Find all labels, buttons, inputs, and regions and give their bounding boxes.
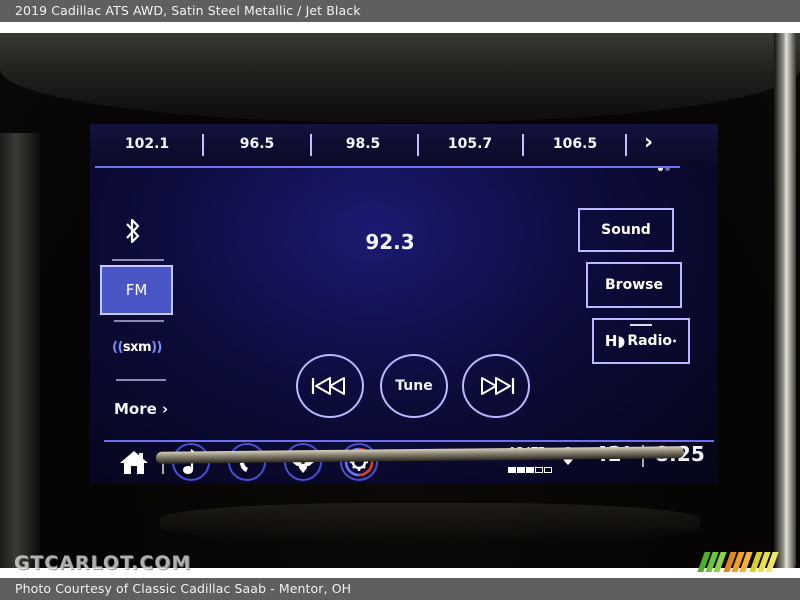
- infotainment-screen: 102.1 96.5 98.5 105.7 106.5 › FM ((sxm))…: [90, 124, 718, 484]
- hd-indicator-bar: [630, 324, 652, 326]
- signal-bar-empty: [544, 467, 552, 473]
- watermark: GTCARLOT.COM: [14, 552, 192, 574]
- preset-2[interactable]: 96.5: [212, 136, 302, 152]
- hd-radio-button[interactable]: H◗ Radio •: [592, 318, 690, 364]
- photo-credit: Photo Courtesy of Classic Cadillac Saab …: [0, 578, 800, 600]
- preset-divider: [417, 134, 419, 156]
- more-sources-button[interactable]: More ›: [114, 400, 168, 418]
- browse-label: Browse: [605, 277, 663, 293]
- preset-bar: 102.1 96.5 98.5 105.7 106.5 ›: [90, 124, 718, 171]
- seek-forward-icon: [481, 377, 515, 395]
- chevron-right-icon: ›: [162, 400, 169, 418]
- sxm-label: sxm: [122, 340, 152, 355]
- preset-5[interactable]: 106.5: [530, 136, 620, 152]
- source-divider: [116, 379, 166, 381]
- home-icon[interactable]: [118, 449, 150, 479]
- more-label: More: [114, 400, 157, 418]
- current-frequency: 92.3: [365, 230, 415, 254]
- signal-bar-empty: [535, 467, 543, 473]
- sound-label: Sound: [601, 222, 651, 238]
- signal-bar-filled: [517, 467, 525, 473]
- sxm-source-button[interactable]: ((sxm)): [112, 340, 162, 355]
- dealer-logo-icon: [697, 552, 779, 574]
- source-divider: [112, 259, 164, 261]
- preset-divider: [625, 134, 627, 156]
- signal-strength: [508, 458, 553, 477]
- hd-logo-icon: H◗: [604, 332, 626, 350]
- preset-1[interactable]: 102.1: [102, 136, 192, 152]
- bluetooth-icon[interactable]: [124, 216, 142, 250]
- registered-mark: •: [672, 336, 678, 346]
- preset-divider: [202, 134, 204, 156]
- dashboard-top: [0, 33, 800, 123]
- tune-button[interactable]: Tune: [380, 354, 448, 418]
- photo-title: 2019 Cadillac ATS AWD, Satin Steel Metal…: [0, 0, 800, 22]
- tune-label: Tune: [395, 378, 433, 394]
- fm-source-button[interactable]: FM: [100, 265, 173, 315]
- preset-divider: [310, 134, 312, 156]
- hd-radio-label: Radio: [627, 333, 672, 349]
- browse-button[interactable]: Browse: [586, 262, 682, 308]
- chevron-right-icon[interactable]: ›: [644, 130, 653, 155]
- chrome-trim: [774, 33, 796, 568]
- preset-4[interactable]: 105.7: [425, 136, 515, 152]
- preset-3[interactable]: 98.5: [318, 136, 408, 152]
- signal-bar-filled: [526, 467, 534, 473]
- signal-waves-icon: ((: [112, 340, 123, 355]
- left-trim: [0, 133, 40, 568]
- preset-divider: [522, 134, 524, 156]
- ledge-reflection: [160, 503, 700, 543]
- header-divider: [95, 166, 680, 168]
- fm-label: FM: [125, 281, 148, 299]
- signal-bar-filled: [508, 467, 516, 473]
- seek-forward-button[interactable]: [462, 354, 530, 418]
- source-divider: [114, 320, 164, 322]
- seek-back-icon: [311, 377, 345, 395]
- dashboard-photo: 102.1 96.5 98.5 105.7 106.5 › FM ((sxm))…: [0, 33, 800, 568]
- signal-waves-icon: )): [151, 340, 162, 355]
- sound-button[interactable]: Sound: [578, 208, 674, 252]
- seek-back-button[interactable]: [296, 354, 364, 418]
